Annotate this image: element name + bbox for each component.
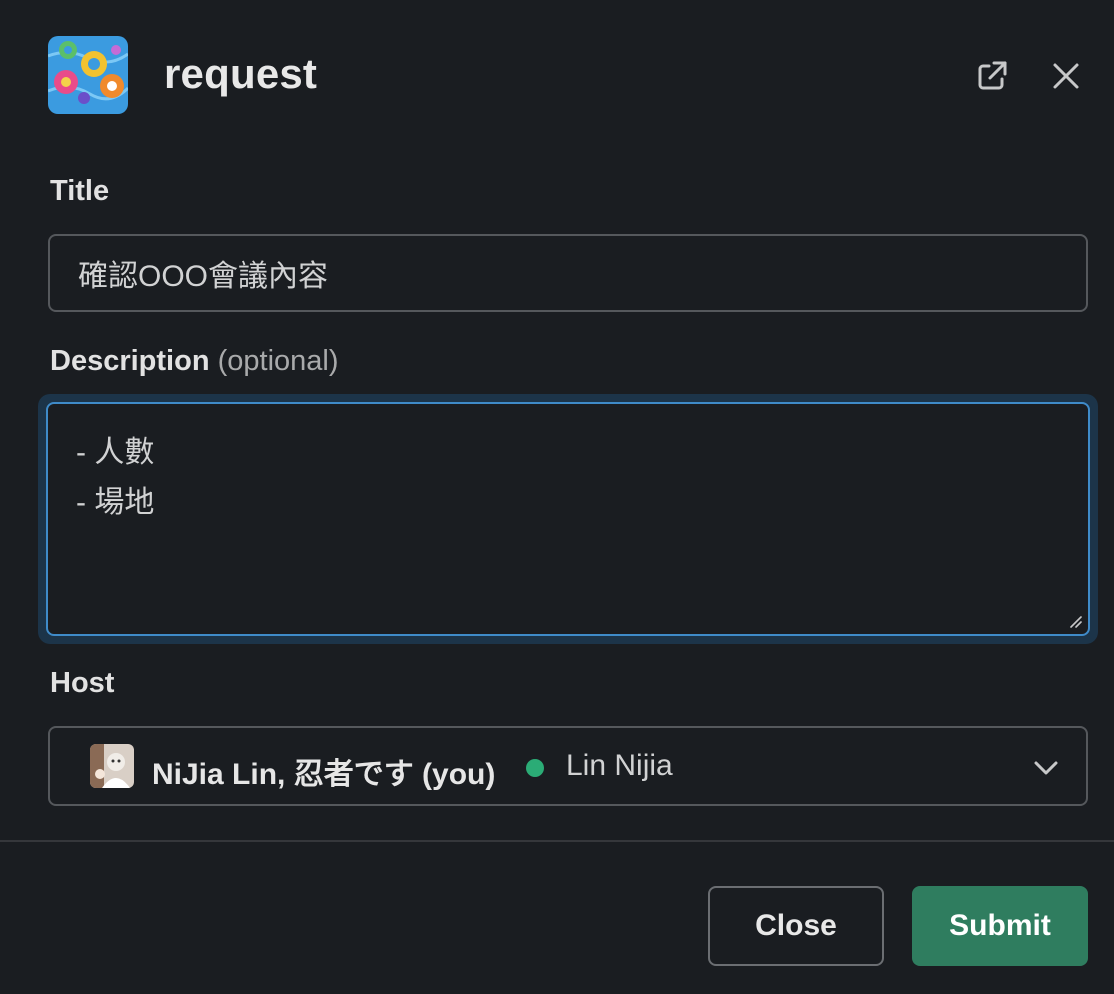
- description-field-box[interactable]: - 人數 - 場地: [46, 402, 1090, 636]
- title-field-box[interactable]: [48, 234, 1088, 312]
- footer-divider: [0, 840, 1114, 842]
- close-icon: [1053, 63, 1079, 89]
- modal-title: request: [164, 50, 318, 97]
- presence-status-dot: [526, 759, 544, 777]
- host-display-name: Lin Nijia: [566, 749, 673, 782]
- resize-handle-icon[interactable]: [1068, 614, 1082, 628]
- chevron-down-icon[interactable]: [1032, 754, 1060, 782]
- close-modal-button[interactable]: [1046, 56, 1086, 96]
- submit-button[interactable]: Submit: [912, 886, 1088, 966]
- host-label: Host: [50, 667, 115, 699]
- avatar: [90, 744, 134, 788]
- external-link-icon: [978, 61, 1007, 90]
- request-modal: request Title Description (optional) - 人…: [0, 0, 1114, 994]
- optional-tag: (optional): [217, 345, 339, 377]
- host-select[interactable]: NiJia Lin, 忍者です (you) Lin Nijia: [48, 726, 1088, 806]
- title-input[interactable]: [78, 256, 1058, 290]
- description-textarea[interactable]: - 人數 - 場地: [48, 404, 1088, 634]
- description-label: Description (optional): [50, 345, 339, 378]
- description-focus-ring: - 人數 - 場地: [38, 394, 1098, 644]
- modal-header: request: [0, 0, 1114, 150]
- open-in-window-button[interactable]: [972, 56, 1012, 96]
- app-icon: [48, 36, 128, 114]
- description-label-text: Description: [50, 345, 210, 377]
- title-label: Title: [50, 175, 110, 207]
- host-selected-name: NiJia Lin, 忍者です (you): [152, 758, 496, 791]
- close-button[interactable]: Close: [708, 886, 884, 966]
